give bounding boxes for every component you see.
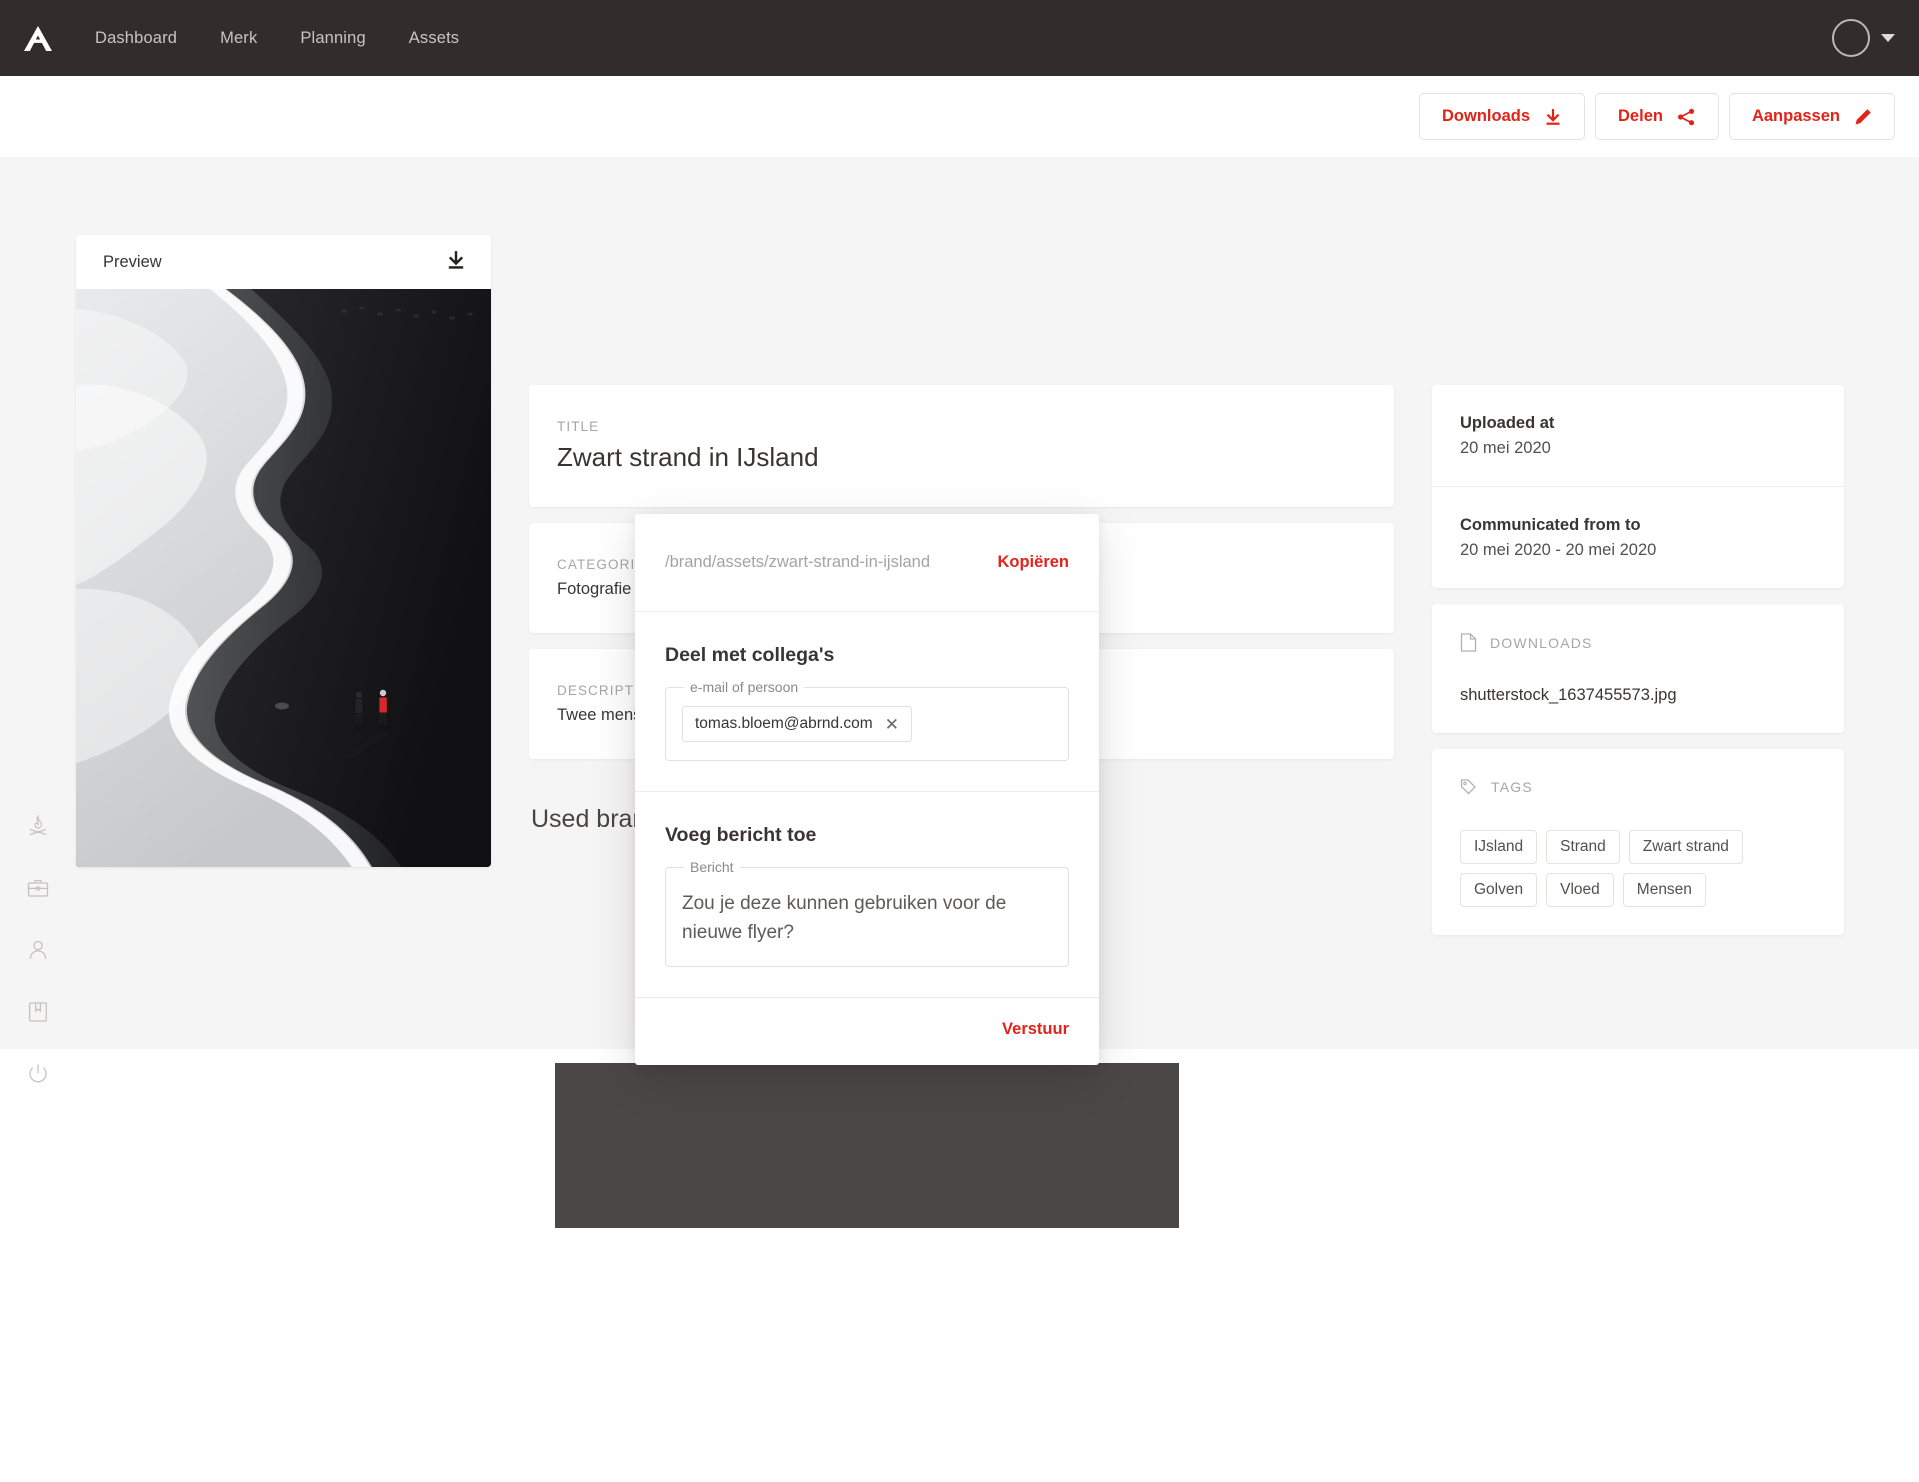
pencil-icon <box>1855 108 1871 124</box>
sidebar-item-guidelines[interactable] <box>17 991 59 1033</box>
top-navigation-bar: Dashboard Merk Planning Assets <box>0 0 1919 76</box>
avatar[interactable] <box>1832 19 1870 57</box>
title-field-value: Zwart strand in IJsland <box>557 442 819 472</box>
abrnd-logo-icon <box>24 25 52 51</box>
share-link-row: /brand/assets/zwart-strand-in-ijsland Ko… <box>635 514 1099 612</box>
downloads-button-label: Downloads <box>1442 107 1531 125</box>
share-button[interactable]: Delen <box>1595 93 1719 140</box>
downloads-heading-row: DOWNLOADS <box>1460 633 1816 652</box>
preview-card: Preview <box>76 235 491 867</box>
asset-preview-image[interactable] <box>76 289 491 867</box>
campfire-icon <box>29 814 47 836</box>
chevron-down-icon[interactable] <box>1881 34 1895 42</box>
share-with-colleagues-section: Deel met collega's e-mail of persoon tom… <box>635 612 1099 792</box>
preview-card-header: Preview <box>76 235 491 289</box>
uploaded-at-value: 20 mei 2020 <box>1460 439 1551 457</box>
preview-download-button[interactable] <box>446 250 466 275</box>
tag-chip[interactable]: Vloed <box>1546 873 1614 907</box>
share-button-label: Delen <box>1618 107 1663 125</box>
person-icon <box>29 940 47 960</box>
left-rail-icons <box>0 805 76 1095</box>
brand-color-swatch-row <box>555 1063 1179 1228</box>
dates-card: Uploaded at 20 mei 2020 Communicated fro… <box>1432 385 1844 588</box>
power-icon <box>29 1064 47 1083</box>
tags-heading-label: TAGS <box>1491 779 1533 795</box>
message-field-legend: Bericht <box>684 859 740 875</box>
close-icon[interactable]: ✕ <box>885 716 899 733</box>
send-button[interactable]: Verstuur <box>1002 1020 1069 1039</box>
tag-chip[interactable]: Mensen <box>1622 873 1706 907</box>
recipients-field-legend: e-mail of persoon <box>684 679 805 695</box>
tag-chip[interactable]: Strand <box>1546 830 1620 864</box>
share-url-text[interactable]: /brand/assets/zwart-strand-in-ijsland <box>665 553 930 572</box>
uploaded-at-label: Uploaded at <box>1460 414 1555 432</box>
tags-list: IJsland Strand Zwart strand Golven Vloed… <box>1460 830 1816 907</box>
sidebar-item-logout[interactable] <box>17 1053 59 1095</box>
tags-heading-row: TAGS <box>1460 778 1816 796</box>
asset-meta-column: Uploaded at 20 mei 2020 Communicated fro… <box>1432 385 1844 951</box>
download-icon <box>448 250 464 269</box>
communicated-value: 20 mei 2020 - 20 mei 2020 <box>1460 541 1657 559</box>
message-field[interactable]: Bericht Zou je deze kunnen gebruiken voo… <box>665 859 1069 967</box>
download-icon <box>1546 108 1560 125</box>
tags-card: TAGS IJsland Strand Zwart strand Golven … <box>1432 749 1844 935</box>
brand-color-swatch[interactable] <box>555 1063 1179 1228</box>
book-icon <box>29 1002 47 1022</box>
communicated-label: Communicated from to <box>1460 516 1641 534</box>
downloads-heading-label: DOWNLOADS <box>1490 634 1593 651</box>
downloads-card: DOWNLOADS shutterstock_1637455573.jpg <box>1432 604 1844 733</box>
message-field-value[interactable]: Zou je deze kunnen gebruiken voor de nie… <box>682 890 1052 947</box>
title-card: TITLE Zwart strand in IJsland <box>529 385 1394 507</box>
uploaded-at-block: Uploaded at 20 mei 2020 <box>1432 385 1844 486</box>
message-section-heading: Voeg bericht toe <box>665 824 817 846</box>
briefcase-icon <box>27 879 49 897</box>
brand-logo[interactable] <box>0 0 76 76</box>
nav-link-merk[interactable]: Merk <box>220 29 257 48</box>
downloads-button[interactable]: Downloads <box>1419 93 1586 140</box>
share-modal: /brand/assets/zwart-strand-in-ijsland Ko… <box>635 514 1099 1065</box>
tag-chip[interactable]: Zwart strand <box>1628 830 1743 864</box>
preview-title: Preview <box>103 252 162 271</box>
tag-chip[interactable]: Golven <box>1460 873 1538 907</box>
sidebar-item-profile[interactable] <box>17 929 59 971</box>
edit-button-label: Aanpassen <box>1751 107 1840 125</box>
recipient-chip-email: tomas.bloem@abrnd.com <box>695 715 873 732</box>
nav-link-planning[interactable]: Planning <box>300 29 365 48</box>
communicated-block: Communicated from to 20 mei 2020 - 20 me… <box>1432 486 1844 588</box>
download-file-name[interactable]: shutterstock_1637455573.jpg <box>1460 686 1816 705</box>
recipient-chip[interactable]: tomas.bloem@abrnd.com ✕ <box>682 706 912 742</box>
tags-block: TAGS IJsland Strand Zwart strand Golven … <box>1432 749 1844 935</box>
tag-chip[interactable]: IJsland <box>1460 830 1538 864</box>
sidebar-item-campfire[interactable] <box>17 805 59 847</box>
app-root: Dashboard Merk Planning Assets Downloads… <box>0 0 1919 1482</box>
primary-nav-links: Dashboard Merk Planning Assets <box>95 29 459 48</box>
tag-icon <box>1460 779 1476 795</box>
nav-user-area <box>1832 19 1919 57</box>
recipients-field[interactable]: e-mail of persoon tomas.bloem@abrnd.com … <box>665 679 1069 761</box>
file-icon <box>1460 633 1477 652</box>
black-beach-photo <box>76 289 491 867</box>
sidebar-item-briefcase[interactable] <box>17 867 59 909</box>
add-message-section: Voeg bericht toe Bericht Zou je deze kun… <box>635 792 1099 998</box>
share-section-heading: Deel met collega's <box>665 644 835 666</box>
downloads-block: DOWNLOADS shutterstock_1637455573.jpg <box>1432 604 1844 733</box>
copy-link-button[interactable]: Kopiëren <box>997 553 1069 572</box>
edit-button[interactable]: Aanpassen <box>1728 93 1895 140</box>
title-field-label: TITLE <box>557 419 600 434</box>
left-rail <box>0 157 76 1083</box>
nav-link-assets[interactable]: Assets <box>409 29 459 48</box>
share-icon <box>1677 108 1695 125</box>
share-modal-footer: Verstuur <box>635 998 1099 1065</box>
nav-link-dashboard[interactable]: Dashboard <box>95 29 177 48</box>
asset-action-bar: Downloads Delen Aanpassen <box>0 76 1919 157</box>
